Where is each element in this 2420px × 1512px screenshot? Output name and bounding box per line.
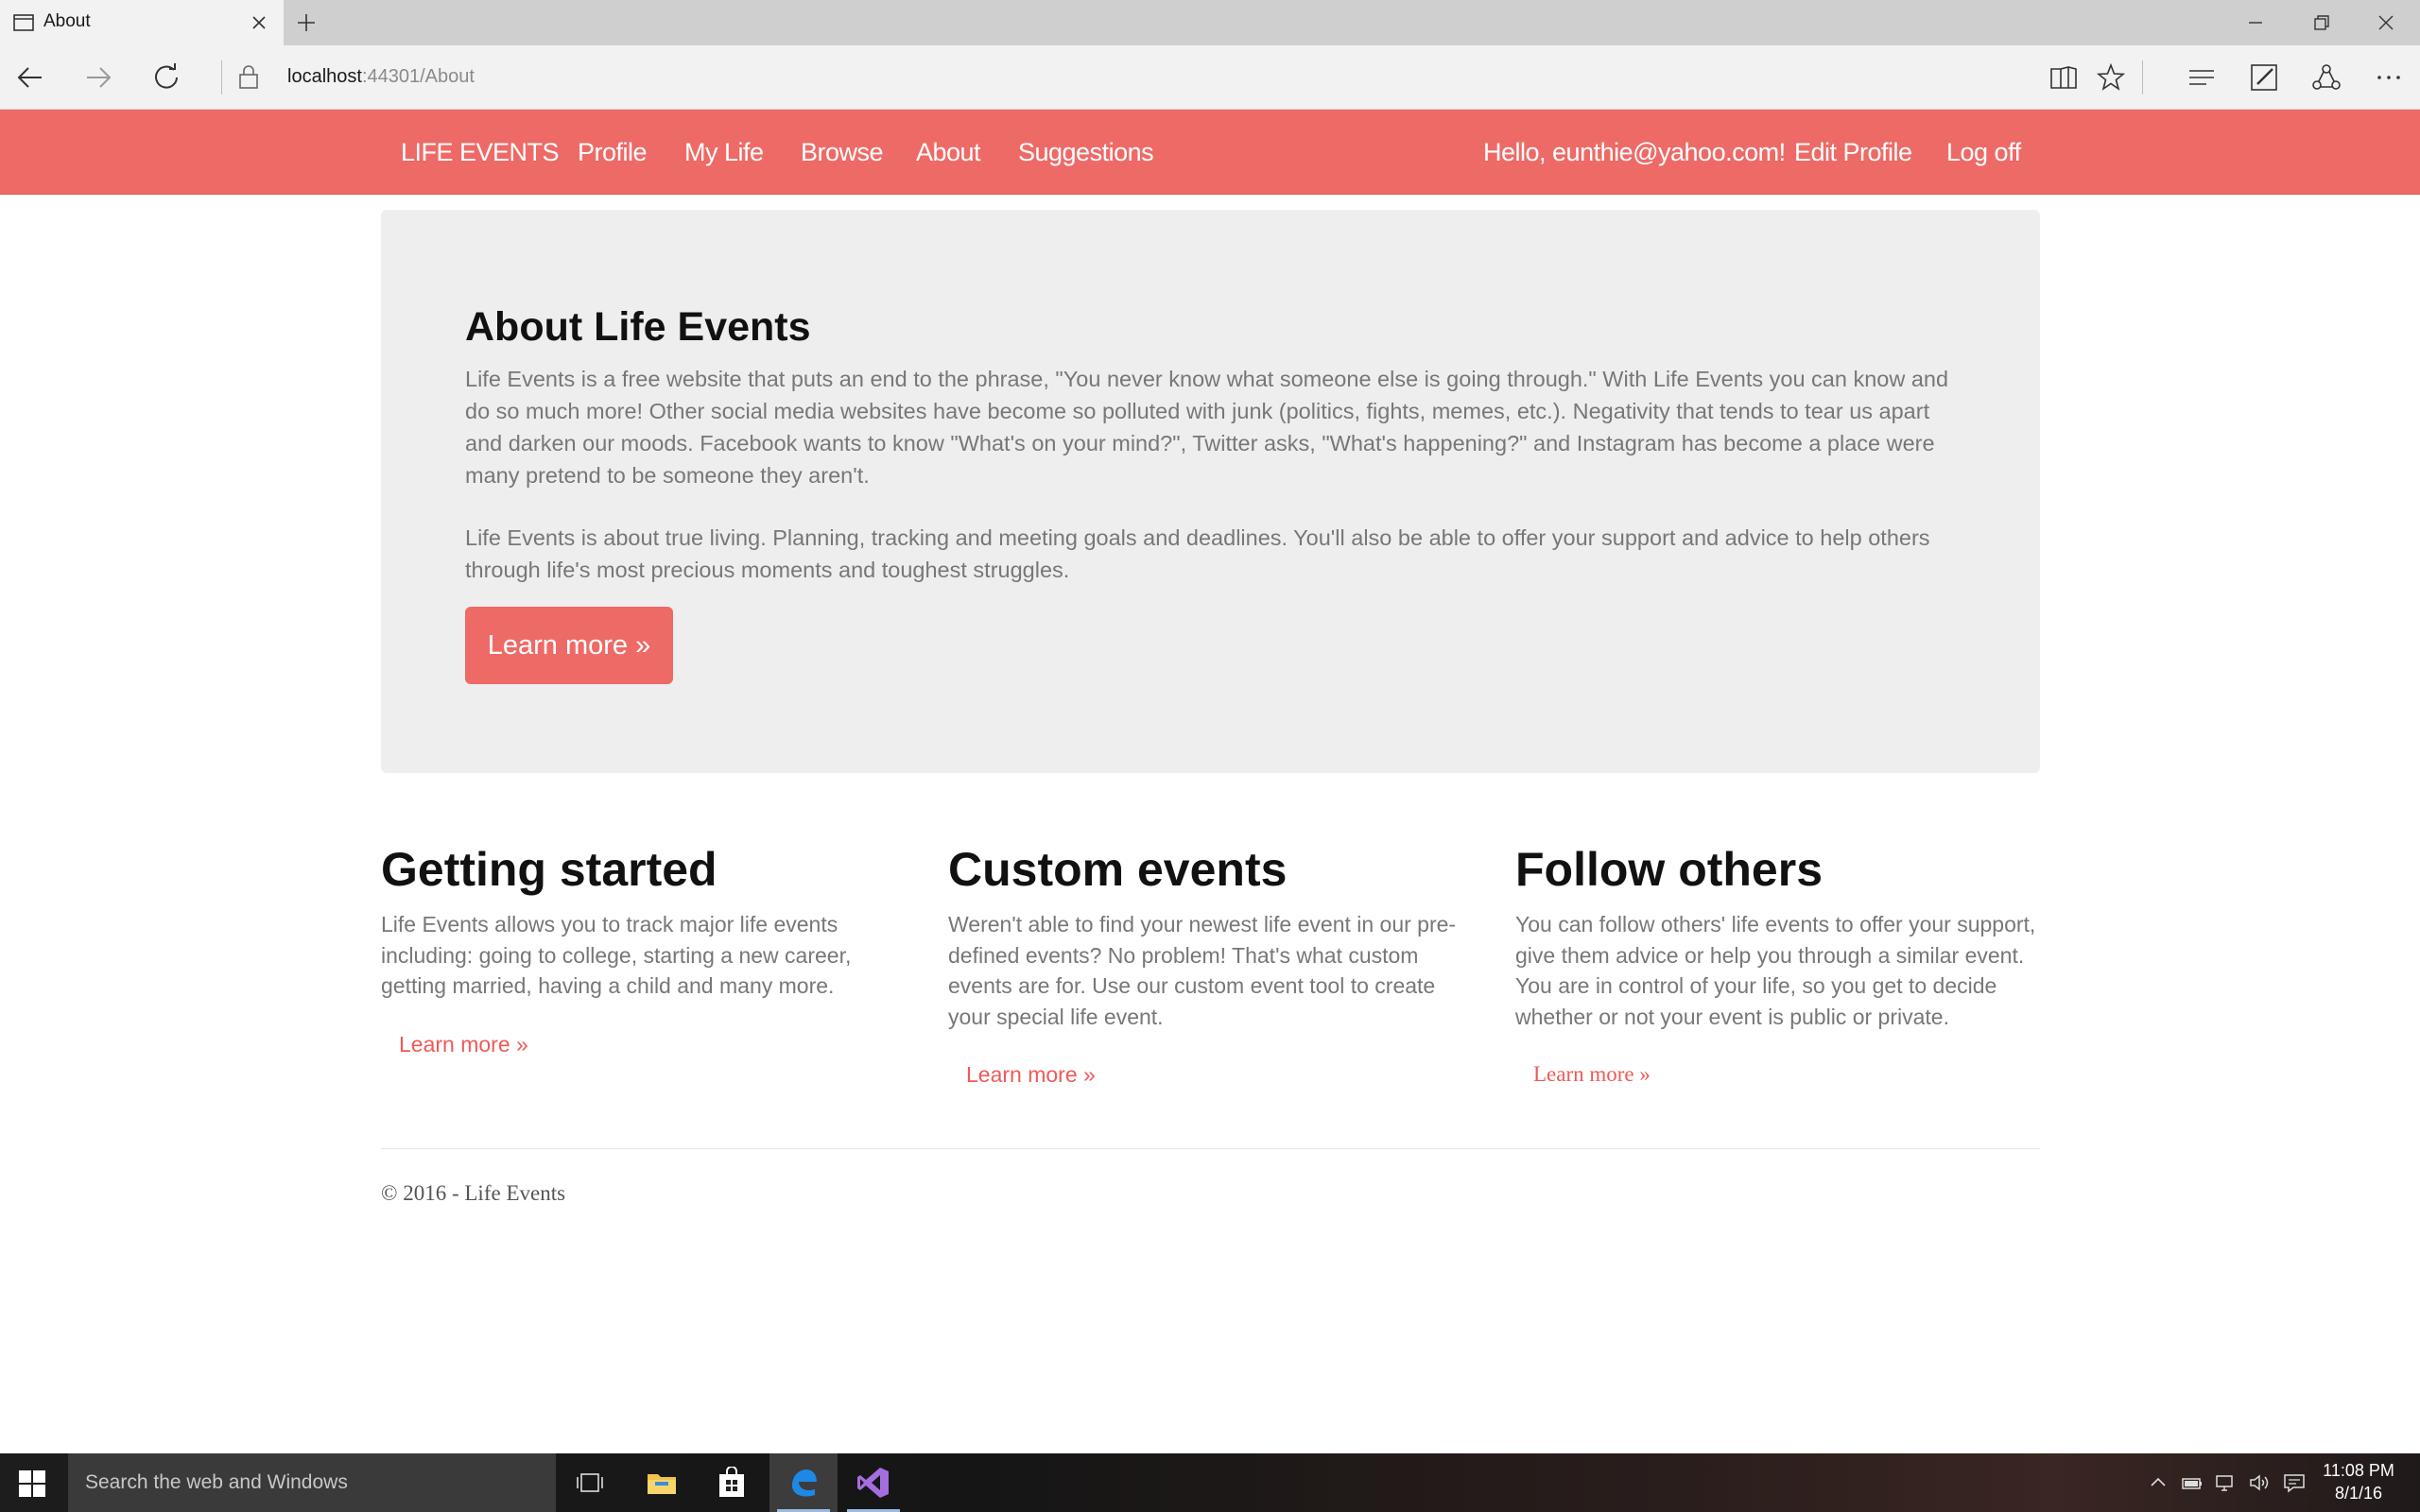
footer-copyright: © 2016 - Life Events xyxy=(381,1181,566,1205)
task-view-icon[interactable] xyxy=(556,1453,624,1512)
taskbar-search-box[interactable]: Search the web and Windows xyxy=(68,1453,556,1512)
nav-browse[interactable]: Browse xyxy=(801,138,884,167)
address-bar: localhost:44301/About xyxy=(0,45,2420,110)
windows-taskbar: Search the web and Windows 11:08 PM 8/1/… xyxy=(0,1453,2420,1512)
file-explorer-icon[interactable] xyxy=(628,1453,696,1512)
search-placeholder: Search the web and Windows xyxy=(85,1471,348,1493)
address-separator xyxy=(221,60,222,94)
tab-title: About xyxy=(43,11,91,31)
refresh-icon[interactable] xyxy=(149,60,183,94)
lock-icon[interactable] xyxy=(236,62,261,91)
taskbar-clock[interactable]: 11:08 PM 8/1/16 xyxy=(2307,1459,2411,1504)
site-navbar: LIFE EVENTS Profile My Life Browse About… xyxy=(0,110,2420,195)
nav-profile[interactable]: Profile xyxy=(578,138,648,167)
chevron-up-icon[interactable] xyxy=(2148,1472,2169,1493)
custom-events-column: Custom events Weren't able to find your … xyxy=(948,841,1478,1032)
page-icon xyxy=(13,13,34,32)
learn-more-button[interactable]: Learn more » xyxy=(465,607,673,684)
about-paragraph-1: Life Events is a free website that puts … xyxy=(465,367,1949,488)
user-greeting-link[interactable]: Hello, eunthie@yahoo.com! xyxy=(1483,138,1786,167)
nav-about[interactable]: About xyxy=(916,138,981,167)
more-icon[interactable] xyxy=(2373,61,2405,94)
clock-time: 11:08 PM xyxy=(2323,1461,2394,1480)
about-jumbotron: About Life Events Life Events is a free … xyxy=(381,210,2040,773)
browser-tab-bar: About xyxy=(0,0,2420,45)
battery-icon[interactable] xyxy=(2180,1472,2204,1493)
visual-studio-icon[interactable] xyxy=(839,1453,908,1512)
column-title: Custom events xyxy=(948,843,1288,896)
follow-others-column: Follow others You can follow others' lif… xyxy=(1515,841,2045,1032)
share-icon[interactable] xyxy=(2310,61,2342,94)
new-tab-icon[interactable] xyxy=(295,11,318,34)
url-field[interactable]: localhost:44301/About xyxy=(287,66,475,88)
reading-view-icon[interactable] xyxy=(2048,61,2080,94)
follow-others-learn-more-link[interactable]: Learn more » xyxy=(1533,1062,1651,1087)
forward-icon[interactable] xyxy=(81,60,115,94)
column-title: Getting started xyxy=(381,843,717,896)
about-paragraph-2: Life Events is about true living. Planni… xyxy=(465,525,1930,582)
network-icon[interactable] xyxy=(2214,1472,2238,1493)
store-icon[interactable] xyxy=(698,1453,766,1512)
hub-icon[interactable] xyxy=(2186,61,2218,94)
restore-icon[interactable] xyxy=(2310,11,2333,34)
favorite-star-icon[interactable] xyxy=(2095,61,2127,94)
volume-icon[interactable] xyxy=(2248,1472,2273,1493)
page-title: About Life Events xyxy=(465,304,811,350)
log-off-link[interactable]: Log off xyxy=(1946,138,2021,167)
custom-events-learn-more-link[interactable]: Learn more » xyxy=(966,1062,1096,1088)
column-title: Follow others xyxy=(1515,843,1823,896)
nav-my-life[interactable]: My Life xyxy=(684,138,764,167)
column-text: Life Events allows you to track major li… xyxy=(381,912,852,998)
url-path: :44301/About xyxy=(361,66,475,87)
edge-icon[interactable] xyxy=(769,1453,838,1512)
url-host: localhost xyxy=(287,66,362,87)
close-tab-icon[interactable] xyxy=(248,11,270,34)
toolbar-separator xyxy=(2142,60,2143,94)
nav-suggestions[interactable]: Suggestions xyxy=(1018,138,1154,167)
minimize-icon[interactable] xyxy=(2244,11,2267,34)
clock-date: 8/1/16 xyxy=(2334,1484,2383,1503)
windows-start-icon[interactable] xyxy=(19,1470,45,1497)
getting-started-learn-more-link[interactable]: Learn more » xyxy=(399,1032,528,1057)
getting-started-column: Getting started Life Events allows you t… xyxy=(381,841,910,1002)
column-text: You can follow others' life events to of… xyxy=(1515,912,2036,1029)
action-center-icon[interactable] xyxy=(2282,1472,2307,1493)
browser-tab-about[interactable]: About xyxy=(0,0,284,45)
footer-divider xyxy=(381,1148,2040,1149)
close-window-icon[interactable] xyxy=(2375,11,2397,34)
brand-link[interactable]: LIFE EVENTS xyxy=(401,138,560,167)
edit-profile-link[interactable]: Edit Profile xyxy=(1794,138,1912,167)
web-note-icon[interactable] xyxy=(2248,61,2280,94)
back-icon[interactable] xyxy=(13,60,47,94)
column-text: Weren't able to find your newest life ev… xyxy=(948,912,1457,1029)
